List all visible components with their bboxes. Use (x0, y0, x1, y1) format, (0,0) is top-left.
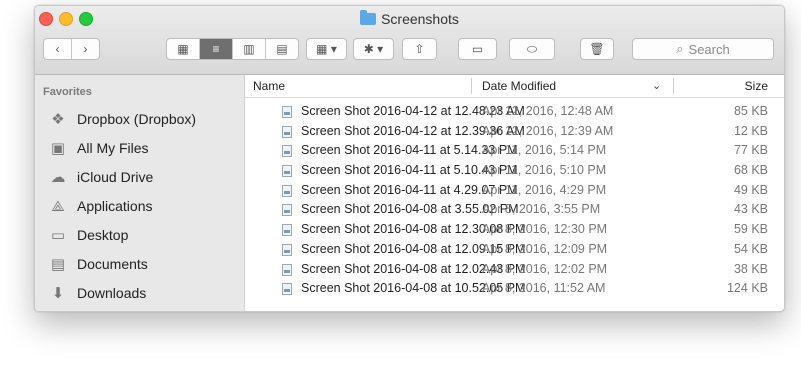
sidebar-item-label: Applications (77, 198, 153, 214)
search-icon: ⌕ (676, 41, 684, 56)
table-row[interactable]: Screen Shot 2016-04-08 at 10.52.05 PM Apr… (245, 279, 784, 299)
new-folder-button[interactable]: ▭ (458, 38, 497, 60)
file-date: Apr 8, 2016, 12:02 PM (482, 261, 608, 276)
sidebar-item-all-my-files[interactable]: ▣ All My Files (35, 137, 244, 159)
file-size: 68 KB (733, 163, 768, 178)
dropbox-icon: ❖ (51, 111, 65, 128)
back-button[interactable]: ‹ (44, 42, 71, 56)
sidebar-item-downloads[interactable]: ⬇ Downloads (35, 282, 244, 304)
file-rows: Screen Shot 2016-04-12 at 12.48.23 AM Apr… (245, 102, 784, 299)
file-size: 124 KB (726, 281, 768, 296)
image-file-icon (282, 224, 292, 237)
column-view-button[interactable]: ▥ (233, 39, 266, 59)
cloud-icon: ☁ (50, 169, 66, 186)
file-size: 43 KB (733, 202, 768, 217)
table-row[interactable]: Screen Shot 2016-04-08 at 12.09.15 PM Apr… (245, 240, 784, 260)
sidebar-item-label: Desktop (77, 227, 129, 243)
cover-flow-view-button[interactable]: ▤ (266, 39, 298, 59)
image-file-icon (282, 165, 292, 178)
column-size-header[interactable]: Size (745, 79, 768, 93)
sidebar-item-dropbox[interactable]: ❖ Dropbox (Dropbox) (35, 108, 244, 130)
sidebar-item-label: iCloud Drive (77, 169, 154, 185)
file-date: Apr 12, 2016, 12:48 AM (482, 104, 614, 118)
image-file-icon (282, 283, 292, 296)
action-gear-button[interactable]: ✱ ▾ (353, 38, 394, 60)
file-size: 49 KB (733, 182, 768, 197)
image-file-icon (282, 125, 292, 138)
chevron-down-icon: ⌄ (652, 80, 662, 92)
finder-window: Screenshots ‹ › ▦ ≡ ▥ ▤ ▦ ▾ ✱ ▾ ⇧ ▭ ⬭ 🗑 … (34, 5, 785, 312)
file-date: Apr 11, 2016, 4:29 PM (482, 182, 607, 197)
navigation-buttons: ‹ › (43, 38, 100, 60)
file-size: 77 KB (733, 143, 768, 158)
sidebar-item-applications[interactable]: ⟁ Applications (35, 195, 244, 217)
forward-button[interactable]: › (72, 42, 99, 56)
table-row[interactable]: Screen Shot 2016-04-11 at 5.14.33 PM Apr … (245, 141, 784, 161)
list-view-button[interactable]: ≡ (200, 39, 233, 59)
file-size: 59 KB (733, 222, 768, 237)
file-date: Apr 8, 2016, 12:30 PM (482, 222, 608, 237)
search-field[interactable]: ⌕ Search (632, 38, 774, 60)
documents-icon: ▤ (50, 256, 66, 273)
table-row[interactable]: Screen Shot 2016-04-12 at 12.48.23 AM Apr… (245, 102, 784, 122)
column-date-header[interactable]: Date Modified (482, 79, 556, 93)
image-file-icon (282, 145, 292, 158)
arrange-button[interactable]: ▦ ▾ (306, 38, 347, 60)
column-divider (673, 78, 674, 94)
image-file-icon (282, 184, 292, 197)
column-divider (471, 78, 472, 94)
file-size: 38 KB (733, 261, 768, 276)
trash-button[interactable]: 🗑 (580, 38, 614, 60)
window-title: Screenshots (35, 10, 784, 27)
file-date: Apr 11, 2016, 5:14 PM (482, 143, 607, 158)
applications-icon: ⟁ (51, 197, 65, 215)
window-title-text: Screenshots (381, 11, 459, 27)
folder-icon (360, 10, 377, 25)
sidebar-heading: Favorites (43, 86, 92, 98)
column-name-header[interactable]: Name (253, 79, 285, 93)
sidebar-item-desktop[interactable]: ▭ Desktop (35, 224, 244, 246)
sidebar-item-documents[interactable]: ▤ Documents (35, 253, 244, 275)
icon-view-button[interactable]: ▦ (167, 39, 200, 59)
column-header: Name Date Modified ⌄ Size (245, 75, 784, 98)
file-date: Apr 12, 2016, 12:39 AM (482, 123, 614, 138)
sidebar: Favorites ❖ Dropbox (Dropbox) ▣ All My F… (35, 75, 245, 311)
file-date: Apr 8, 2016, 3:55 PM (482, 202, 601, 217)
table-row[interactable]: Screen Shot 2016-04-08 at 3.55.02 PM Apr … (245, 200, 784, 220)
table-row[interactable]: Screen Shot 2016-04-11 at 4.29.07 PM Apr … (245, 181, 784, 201)
table-row[interactable]: Screen Shot 2016-04-08 at 12.02.43 PM Apr… (245, 260, 784, 280)
sidebar-item-label: Downloads (77, 285, 147, 301)
share-button[interactable]: ⇧ (402, 38, 437, 60)
table-row[interactable]: Screen Shot 2016-04-12 at 12.39.36 AM Apr… (245, 122, 784, 142)
table-row[interactable]: Screen Shot 2016-04-11 at 5.10.43 PM Apr … (245, 161, 784, 181)
file-size: 54 KB (733, 241, 768, 256)
file-size: 85 KB (733, 104, 768, 118)
image-file-icon (282, 263, 292, 276)
tags-button[interactable]: ⬭ (509, 38, 555, 60)
image-file-icon (282, 204, 292, 217)
sidebar-item-icloud-drive[interactable]: ☁ iCloud Drive (35, 166, 244, 188)
view-mode-buttons: ▦ ≡ ▥ ▤ (166, 38, 299, 60)
titlebar: Screenshots ‹ › ▦ ≡ ▥ ▤ ▦ ▾ ✱ ▾ ⇧ ▭ ⬭ 🗑 … (35, 6, 784, 75)
file-list: Name Date Modified ⌄ Size Screen Shot 20… (245, 75, 784, 311)
image-file-icon (282, 106, 292, 118)
file-date: Apr 11, 2016, 5:10 PM (482, 163, 607, 178)
image-file-icon (282, 243, 292, 256)
file-size: 12 KB (733, 123, 768, 138)
file-date: Apr 8, 2016, 11:52 AM (482, 281, 606, 296)
file-date: Apr 8, 2016, 12:09 PM (482, 241, 608, 256)
all-files-icon: ▣ (50, 140, 66, 157)
search-placeholder: Search (688, 41, 730, 57)
desktop-icon: ▭ (50, 227, 66, 244)
table-row[interactable]: Screen Shot 2016-04-08 at 12.30.08 PM Apr… (245, 220, 784, 240)
sidebar-item-label: All My Files (77, 140, 149, 156)
downloads-icon: ⬇ (51, 285, 65, 302)
sidebar-item-label: Dropbox (Dropbox) (77, 111, 197, 127)
sidebar-item-label: Documents (77, 256, 148, 272)
